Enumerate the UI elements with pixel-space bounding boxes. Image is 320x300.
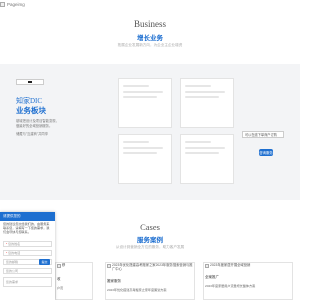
case-image: 移 bbox=[56, 263, 92, 271]
name-field-placeholder: 您的姓名 bbox=[8, 242, 21, 246]
name-field[interactable]: * 您的姓名 bbox=[3, 241, 52, 247]
phone-field-placeholder: 您的电话 bbox=[8, 251, 21, 255]
business-title-en: Business bbox=[133, 19, 166, 29]
biz-block-title-cn: 业务板块 bbox=[16, 106, 46, 115]
case-name: 收 bbox=[57, 277, 61, 281]
required-star-icon: * bbox=[6, 251, 8, 255]
phone-field[interactable]: * 您的电话 bbox=[3, 250, 52, 256]
case-image: 2023年优化搭建高考搬家之家2023年服务搜索营销与推广中心 bbox=[106, 263, 194, 271]
case-image-alt: 2023年度家居开展全域营销 bbox=[210, 263, 251, 267]
service-card[interactable] bbox=[180, 134, 234, 184]
logo-mark-icon bbox=[28, 81, 32, 83]
broken-header-image: Pageimg bbox=[0, 0, 60, 8]
biz-desc-line-1: 慈城把设计及项目智能变现， bbox=[16, 119, 59, 123]
case-image-alt: 移 bbox=[62, 263, 66, 267]
biz-desc-line-3: 储藏与"互建商"共同享 bbox=[16, 132, 49, 136]
case-desc: 2023年优化搭建高考搬家之家年度策划方案 bbox=[107, 288, 167, 292]
biz-desc-line-2: 做最好的全域营销服务。 bbox=[16, 124, 53, 128]
broken-image-icon bbox=[205, 264, 209, 268]
consult-button[interactable]: 咨询服务 bbox=[259, 149, 273, 156]
broken-image-icon bbox=[0, 1, 5, 7]
company-field[interactable]: 您的公司 bbox=[3, 268, 52, 274]
company-logo bbox=[16, 79, 44, 85]
business-title-cn: 增长业务 bbox=[137, 35, 163, 42]
submit-button[interactable]: 提交 bbox=[39, 259, 50, 265]
email-field-placeholder: 您的邮箱 bbox=[6, 260, 19, 264]
case-desc: 户页 bbox=[57, 286, 64, 290]
broken-image-icon bbox=[107, 264, 111, 268]
case-card-1[interactable]: 移 收 户页 bbox=[55, 262, 93, 300]
contact-form-panel: 请提供您的 您的建议您交给我们的，由服务来联系您，请填写一下您的需求，我们会尽快… bbox=[0, 212, 55, 300]
form-header: 请提供您的 bbox=[0, 212, 55, 221]
floating-tip[interactable]: 可以在线下单商户订购 bbox=[242, 131, 284, 138]
case-desc: 2023年度家居用户流量增长整体方案 bbox=[205, 284, 256, 288]
business-subtitle: 拓展企业发展新方向，为企业主企业增资 bbox=[117, 43, 183, 47]
case-name: 搬家服务 bbox=[107, 279, 121, 283]
case-card-3[interactable]: 2023年度家居开展全域营销 全案推广 2023年度家居用户流量增长整体方案 bbox=[203, 262, 293, 300]
header-image-alt: Pageimg bbox=[7, 1, 25, 7]
service-card[interactable] bbox=[118, 134, 172, 184]
form-intro: 您的建议您交给我们的，由服务来联系您，请填写一下您的需求，我们会尽快与您联系。 bbox=[3, 222, 50, 234]
case-card-2[interactable]: 2023年优化搭建高考搬家之家2023年服务搜索营销与推广中心 搬家服务 202… bbox=[105, 262, 195, 300]
case-image: 2023年度家居开展全域营销 bbox=[204, 263, 292, 271]
service-card[interactable] bbox=[180, 78, 234, 128]
broken-image-icon bbox=[57, 264, 61, 268]
company-field-placeholder: 您的公司 bbox=[6, 269, 19, 273]
request-field[interactable]: 您的需求 bbox=[3, 277, 52, 287]
request-field-placeholder: 您的需求 bbox=[6, 280, 19, 284]
required-star-icon: * bbox=[6, 242, 8, 246]
case-name: 全案推广 bbox=[205, 275, 219, 279]
service-card[interactable] bbox=[118, 78, 172, 128]
case-image-alt: 2023年优化搭建高考搬家之家2023年服务搜索营销与推广中心 bbox=[112, 263, 193, 271]
